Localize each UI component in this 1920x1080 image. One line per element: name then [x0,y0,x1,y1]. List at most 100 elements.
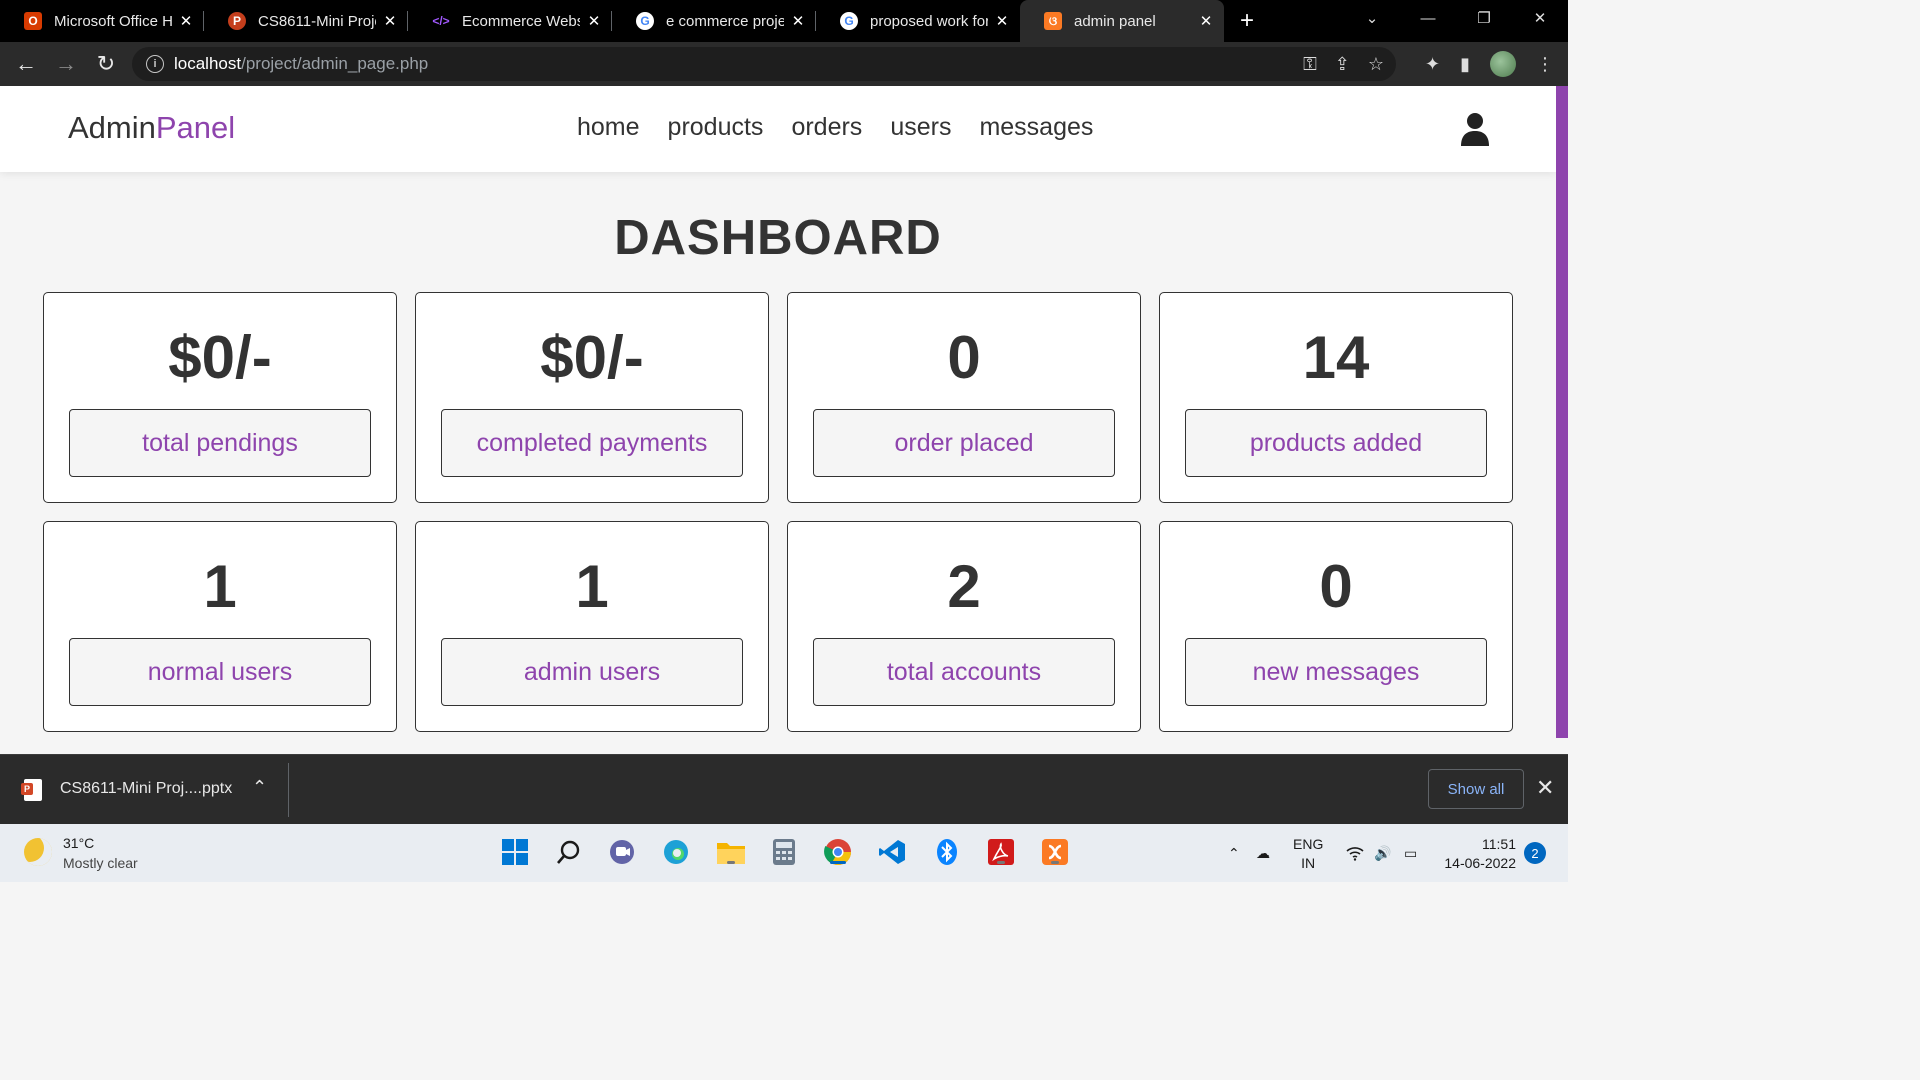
bluetooth-icon[interactable] [931,836,963,868]
close-tab-icon[interactable]: ✕ [586,12,602,30]
divider [288,763,289,817]
wifi-icon[interactable] [1346,824,1364,882]
side-panel-icon[interactable]: ▮ [1460,54,1470,75]
tab-ecommerce-website[interactable]: </> Ecommerce Websit ✕ [408,0,612,42]
stat-card-total-accounts: 2 total accounts [787,521,1141,732]
vscode-icon[interactable] [876,836,908,868]
stat-value: 1 [575,553,609,620]
close-tab-icon[interactable]: ✕ [178,12,194,30]
chrome-icon[interactable] [822,836,854,868]
show-all-button[interactable]: Show all [1428,769,1524,809]
tab-title: e commerce projec [666,12,784,30]
stat-label-button[interactable]: order placed [813,409,1115,477]
close-tab-icon[interactable]: ✕ [994,12,1010,30]
stat-label-button[interactable]: normal users [69,638,371,706]
nav-messages[interactable]: messages [979,113,1093,142]
stat-label-button[interactable]: total pendings [69,409,371,477]
nav-users[interactable]: users [890,113,951,142]
reload-icon[interactable]: ↻ [88,46,124,82]
weather-description[interactable]: Mostly clear [63,855,138,871]
stat-label-button[interactable]: admin users [441,638,743,706]
edge-icon[interactable] [660,836,692,868]
stat-card-completed-payments: $0/- completed payments [415,292,769,503]
tab-title: Microsoft Office Ho [54,12,172,30]
profile-avatar[interactable] [1490,51,1516,77]
powerpoint-icon: P [228,12,246,30]
show-hidden-icons-icon[interactable]: ⌃ [1228,824,1240,882]
weather-temperature[interactable]: 31°C [63,835,94,851]
forward-icon[interactable]: → [48,46,84,82]
close-tab-icon[interactable]: ✕ [790,12,806,30]
google-icon: G [636,12,654,30]
onedrive-icon[interactable]: ☁ [1256,824,1270,882]
nav-orders[interactable]: orders [791,113,862,142]
browser-toolbar: ← → ↻ i localhost/project/admin_page.php… [0,42,1568,86]
address-bar[interactable]: i localhost/project/admin_page.php ⚿ ⇪ ☆ [132,47,1396,81]
tab-proposed-work[interactable]: G proposed work for ✕ [816,0,1020,42]
region-code: IN [1301,855,1316,871]
url-host: localhost [174,54,242,73]
back-icon[interactable]: ← [8,46,44,82]
tab-ecommerce-project[interactable]: G e commerce projec ✕ [612,0,816,42]
download-file-name[interactable]: CS8611-Mini Proj....pptx [60,780,232,798]
chat-icon[interactable] [606,836,638,868]
download-shelf: CS8611-Mini Proj....pptx ⌃ Show all ✕ [0,754,1568,824]
system-clock[interactable]: 11:51 14-06-2022 [1440,835,1516,873]
logo-main: Admin [68,110,156,145]
restore-button[interactable]: ❐ [1458,0,1510,36]
new-tab-button[interactable]: + [1224,0,1270,42]
input-language[interactable]: ENG IN [1293,835,1323,873]
windows-taskbar: 31°C Mostly clear ⌃ ☁ ENG IN 🔊 ▭ 11:51 1… [0,824,1568,882]
close-icon[interactable]: ✕ [1536,775,1554,801]
stat-card-order-placed: 0 order placed [787,292,1141,503]
tab-powerpoint[interactable]: P CS8611-Mini Projec ✕ [204,0,408,42]
bookmark-star-icon[interactable]: ☆ [1368,54,1384,75]
browser-tab-strip: O Microsoft Office Ho ✕ P CS8611-Mini Pr… [0,0,1568,42]
google-icon: G [840,12,858,30]
url-path: /project/admin_page.php [241,54,429,73]
close-window-button[interactable]: ✕ [1514,0,1566,36]
office-icon: O [24,12,42,30]
user-icon[interactable] [1460,112,1490,146]
nav-home[interactable]: home [577,113,640,142]
calculator-icon[interactable] [768,836,800,868]
search-icon[interactable] [553,836,585,868]
admin-header: AdminPanel home products orders users me… [0,86,1556,172]
tab-office[interactable]: O Microsoft Office Ho ✕ [0,0,204,42]
xampp-icon[interactable] [1039,836,1071,868]
volume-icon[interactable]: 🔊 [1374,824,1391,882]
notification-badge[interactable]: 2 [1524,842,1546,864]
tab-search-icon[interactable]: ⌄ [1346,0,1398,36]
site-info-icon[interactable]: i [146,55,164,73]
stat-value: 1 [203,553,237,620]
acrobat-icon[interactable] [985,836,1017,868]
stat-label-button[interactable]: new messages [1185,638,1487,706]
minimize-button[interactable]: — [1402,0,1454,36]
close-tab-icon[interactable]: ✕ [382,12,398,30]
xampp-icon: ଓ [1044,12,1062,30]
battery-icon[interactable]: ▭ [1404,824,1417,882]
page-scrollbar[interactable] [1556,86,1568,738]
key-icon[interactable]: ⚿ [1303,54,1317,75]
tab-admin-panel[interactable]: ଓ admin panel ✕ [1020,0,1224,42]
stat-label-button[interactable]: products added [1185,409,1487,477]
share-icon[interactable]: ⇪ [1335,54,1350,75]
close-tab-icon[interactable]: ✕ [1198,12,1214,30]
windows-start-icon[interactable] [499,836,531,868]
scrollbar-thumb[interactable] [1556,86,1568,738]
nav-products[interactable]: products [668,113,764,142]
chevron-up-icon[interactable]: ⌃ [252,777,267,798]
stat-value: $0/- [168,324,272,391]
pptx-file-icon [21,779,42,801]
tab-title: proposed work for [870,12,988,30]
tab-title: CS8611-Mini Projec [258,12,376,30]
stat-label-button[interactable]: completed payments [441,409,743,477]
file-explorer-icon[interactable] [715,836,747,868]
moon-icon[interactable] [24,838,52,866]
logo[interactable]: AdminPanel [68,110,235,146]
clock-time: 11:51 [1482,836,1516,852]
stat-card-admin-users: 1 admin users [415,521,769,732]
menu-icon[interactable]: ⋮ [1536,54,1554,75]
stat-label-button[interactable]: total accounts [813,638,1115,706]
extensions-icon[interactable]: ✦ [1425,54,1440,75]
